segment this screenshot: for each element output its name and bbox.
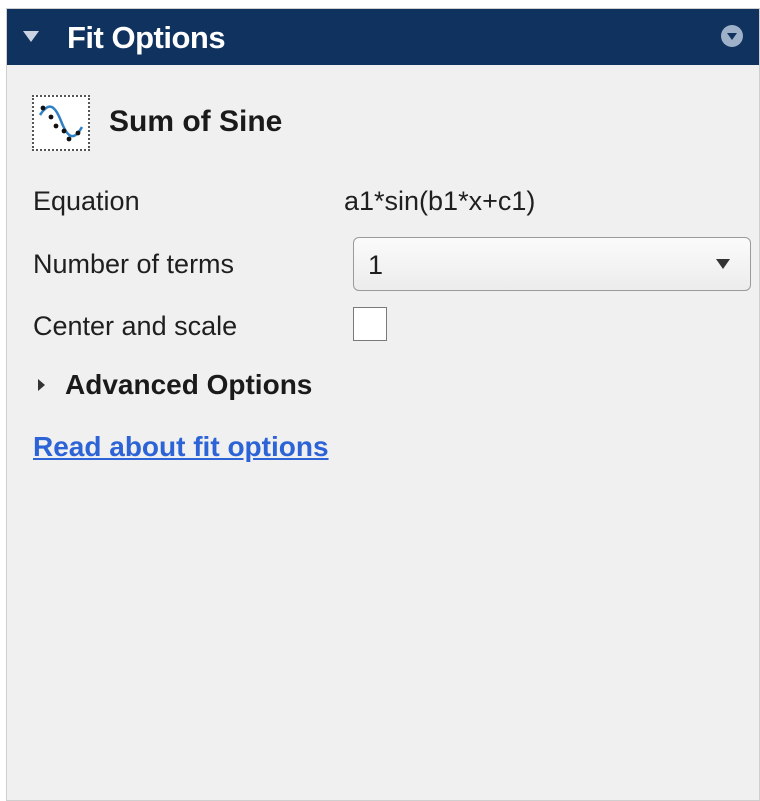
expand-arrow-icon[interactable] bbox=[38, 379, 45, 391]
number-of-terms-dropdown[interactable]: 1 bbox=[353, 237, 751, 291]
number-of-terms-label: Number of terms bbox=[33, 249, 235, 279]
number-of-terms-value: 1 bbox=[368, 250, 384, 280]
center-and-scale-checkbox[interactable] bbox=[353, 307, 387, 341]
read-about-fit-options-link[interactable]: Read about fit options bbox=[33, 431, 329, 463]
advanced-options-toggle[interactable]: Advanced Options bbox=[65, 369, 312, 401]
sine-fit-icon bbox=[32, 95, 90, 151]
fit-type-name: Sum of Sine bbox=[109, 105, 283, 138]
collapse-panel-icon[interactable] bbox=[23, 31, 39, 42]
fit-options-panel: Fit Options Sum of Sine Equation a1*sin(… bbox=[6, 8, 760, 801]
panel-menu-icon[interactable] bbox=[721, 25, 743, 47]
panel-title: Fit Options bbox=[67, 20, 226, 55]
panel-title-bar: Fit Options bbox=[7, 9, 759, 65]
chevron-down-icon bbox=[716, 259, 730, 269]
center-and-scale-label: Center and scale bbox=[33, 311, 238, 341]
equation-label: Equation bbox=[33, 186, 140, 216]
equation-value: a1*sin(b1*x+c1) bbox=[344, 186, 536, 216]
